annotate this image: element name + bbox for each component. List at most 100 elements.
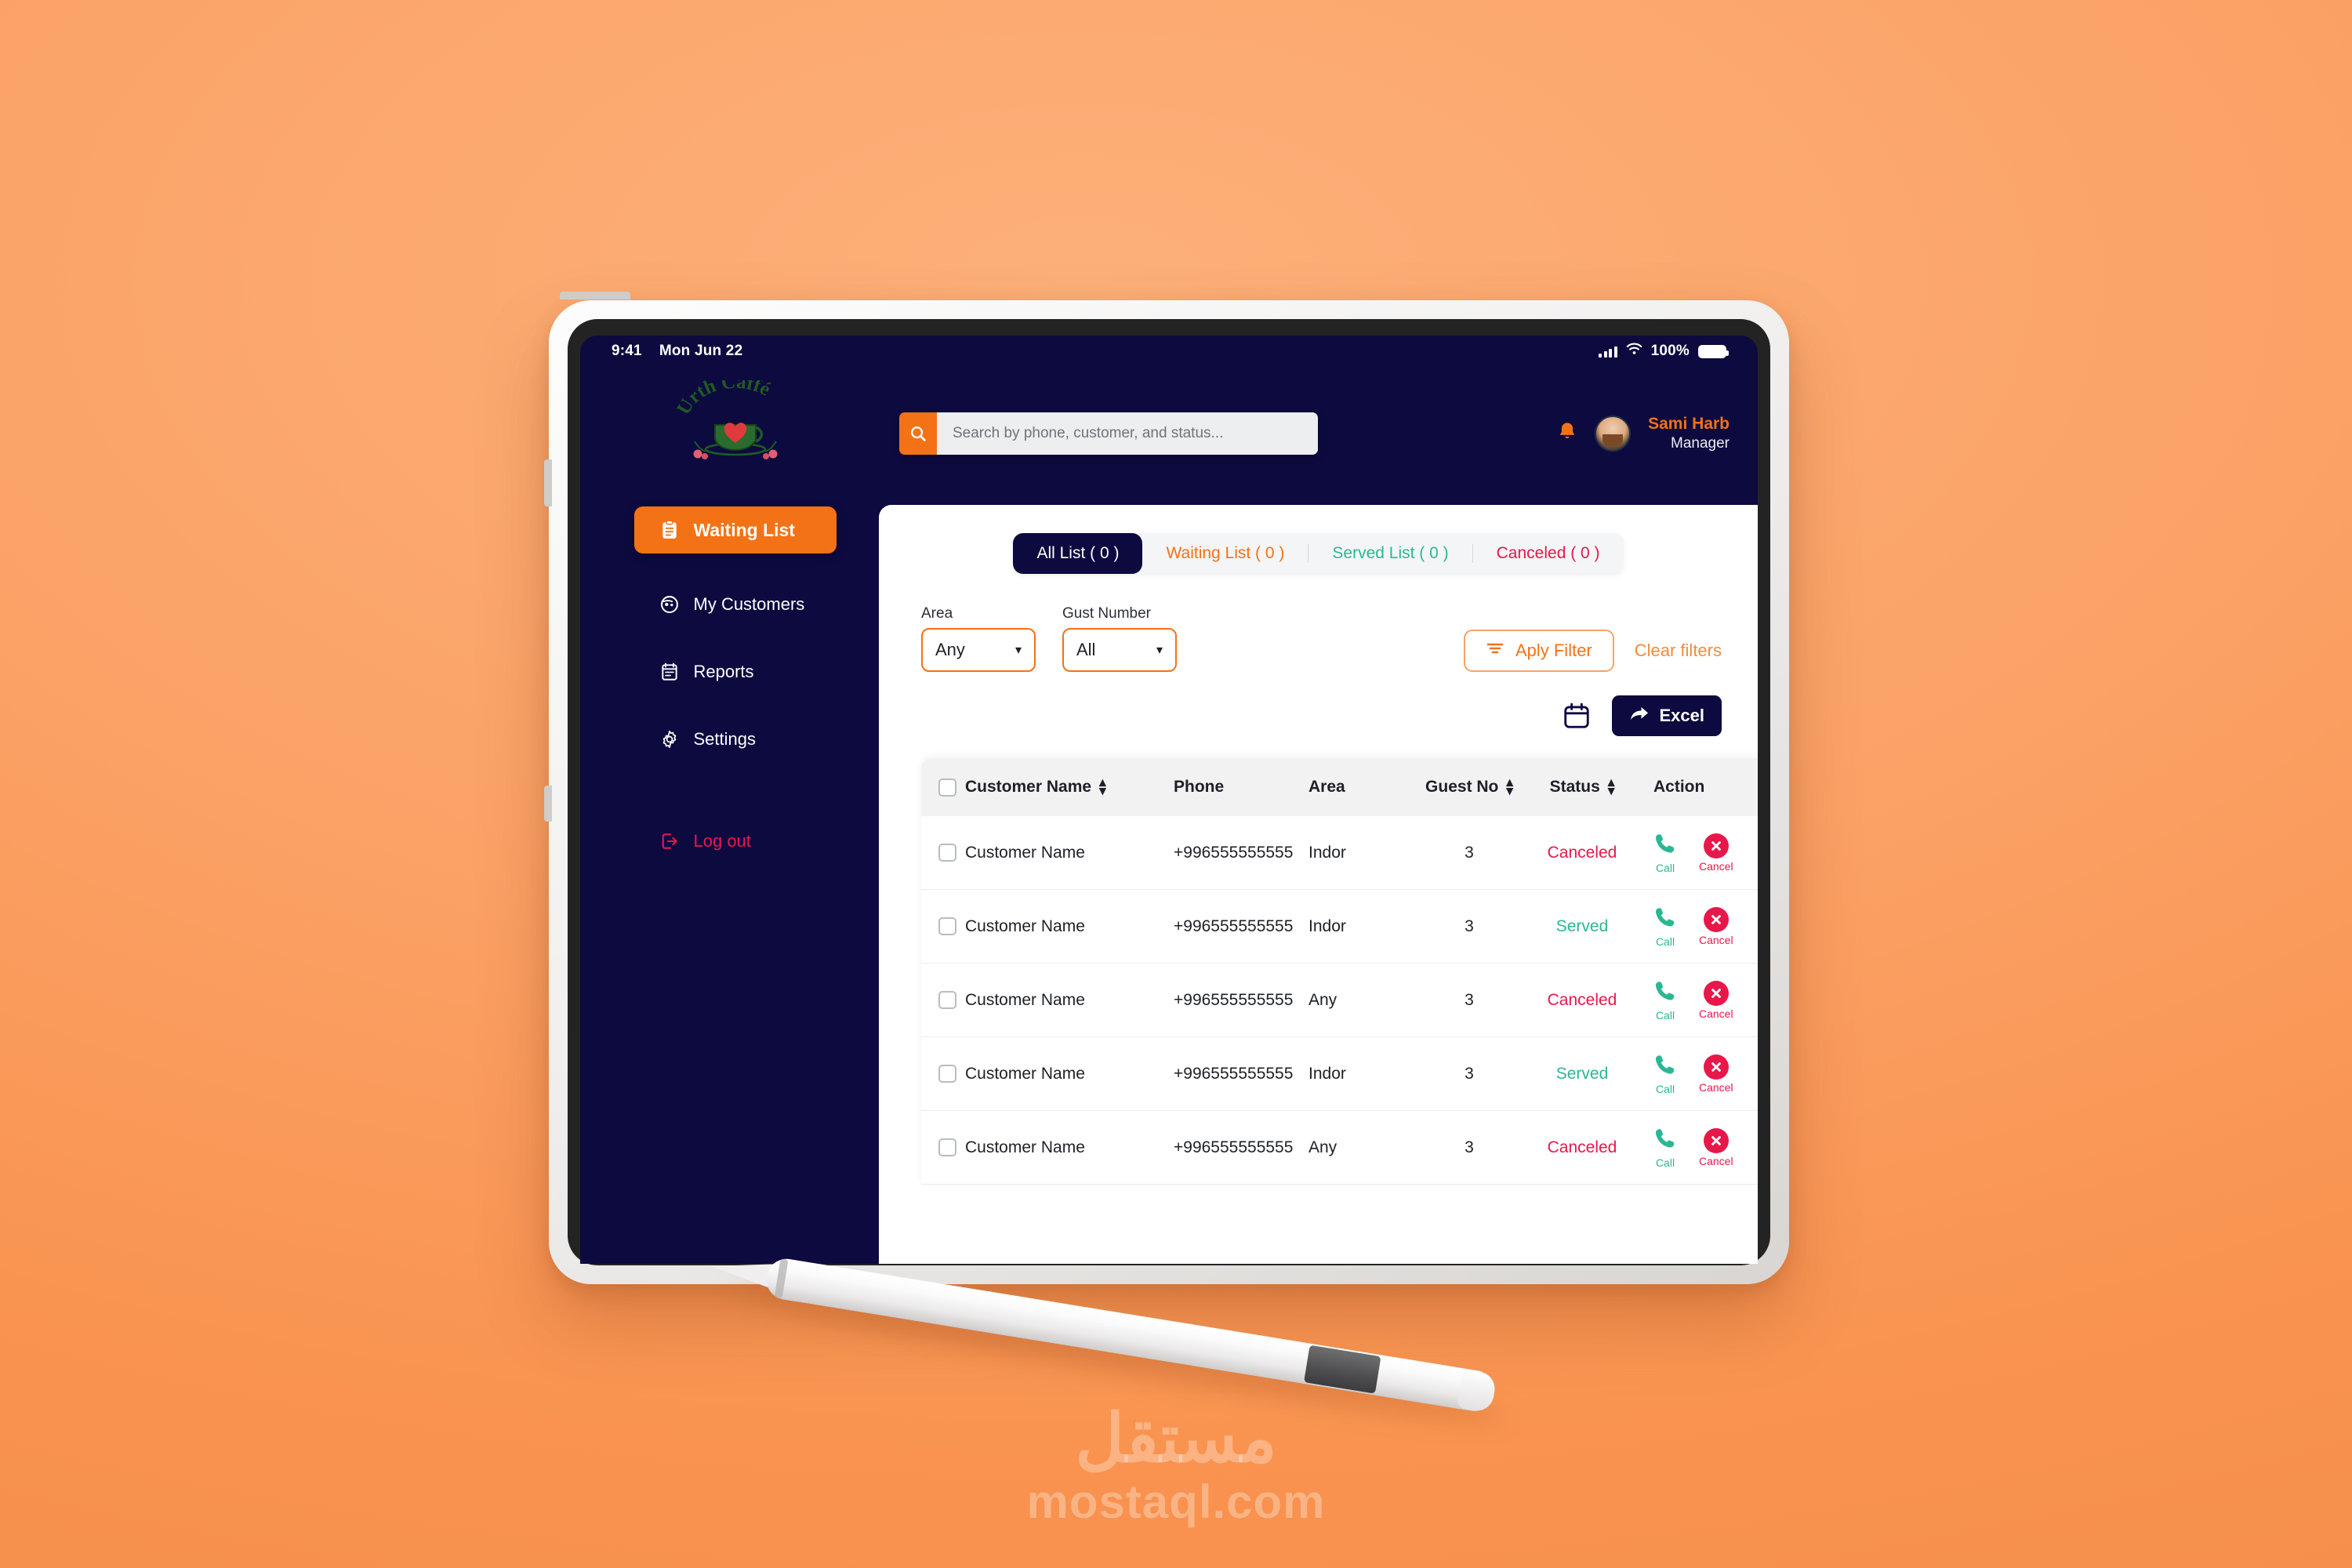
- share-arrow-icon: [1629, 705, 1650, 727]
- search-bar[interactable]: [899, 412, 1318, 455]
- guest-number-select[interactable]: All ▾: [1062, 628, 1177, 672]
- cancel-circle-x-icon: [1703, 906, 1729, 932]
- table-row[interactable]: Customer Name +996555555555 Indor 3 Served Ca…: [921, 890, 1758, 964]
- cell-customer-name: Customer Name: [965, 1138, 1085, 1156]
- call-button[interactable]: Call: [1653, 832, 1677, 874]
- sidebar-item-reports[interactable]: Reports: [634, 654, 837, 690]
- status-bar-left: 9:41 Mon Jun 22: [612, 343, 742, 360]
- phone-icon: [1653, 906, 1677, 934]
- sidebar-item-settings[interactable]: Settings: [634, 721, 837, 757]
- table-body: Customer Name +996555555555 Indor 3 Canceled…: [921, 816, 1758, 1185]
- guest-number-select-value: All: [1076, 640, 1096, 659]
- search-input[interactable]: [937, 412, 1318, 455]
- cancel-label: Cancel: [1699, 1007, 1733, 1020]
- column-header-status[interactable]: Status ▴ ▾: [1525, 776, 1639, 797]
- battery-full-icon: [1698, 344, 1729, 358]
- table-row[interactable]: Customer Name +996555555555 Any 3 Canceled Ca…: [921, 964, 1758, 1037]
- row-checkbox[interactable]: [938, 1138, 956, 1156]
- tab-canceled[interactable]: Canceled ( 0 ): [1473, 533, 1624, 574]
- cancel-button[interactable]: Cancel: [1699, 906, 1733, 946]
- logout-icon: [659, 831, 680, 851]
- filter-row: Area Any ▾ Gust Number All ▾ Aply Filter…: [879, 574, 1758, 672]
- table-row[interactable]: Customer Name +996555555555 Indor 3 Served Ca…: [921, 1037, 1758, 1111]
- column-header-customer-name[interactable]: Customer Name ▴ ▾: [965, 776, 1174, 797]
- search-icon[interactable]: [899, 412, 937, 455]
- ios-status-bar: 9:41 Mon Jun 22 100%: [580, 336, 1758, 362]
- cancel-button[interactable]: Cancel: [1699, 1127, 1733, 1167]
- cell-area: Indor: [1308, 1064, 1346, 1083]
- excel-export-label: Excel: [1659, 706, 1705, 725]
- cell-phone: +996555555555: [1174, 916, 1294, 935]
- call-button[interactable]: Call: [1653, 979, 1677, 1022]
- clear-filters-button[interactable]: Clear filters: [1635, 641, 1722, 661]
- notification-bell-icon[interactable]: [1557, 421, 1577, 447]
- status-badge: Served: [1555, 916, 1609, 935]
- call-label: Call: [1655, 861, 1675, 874]
- cell-guest-no: 3: [1465, 916, 1474, 935]
- cell-guest-no: 3: [1465, 990, 1474, 1009]
- sidebar-item-logout[interactable]: Log out: [634, 823, 837, 859]
- sidebar-item-waiting-list[interactable]: Waiting List: [633, 506, 837, 554]
- export-row: Excel: [879, 672, 1758, 736]
- app-screen: 9:41 Mon Jun 22 100% Urth Caffé Waiting …: [580, 336, 1758, 1264]
- tab-served-list[interactable]: Served List ( 0 ): [1308, 533, 1472, 574]
- content-panel: All List ( 0 ) Waiting List ( 0 ) Served…: [879, 505, 1758, 1264]
- tab-all-list[interactable]: All List ( 0 ): [1013, 533, 1143, 574]
- area-select[interactable]: Any ▾: [921, 628, 1036, 672]
- avatar[interactable]: [1595, 416, 1632, 452]
- cell-action: Call Cancel: [1639, 1053, 1758, 1095]
- call-button[interactable]: Call: [1653, 906, 1677, 948]
- sidebar-item-reports-label: Reports: [693, 662, 754, 681]
- cell-guest-no: 3: [1465, 1064, 1474, 1083]
- cell-phone: +996555555555: [1174, 990, 1294, 1009]
- phone-icon: [1653, 832, 1677, 860]
- column-header-phone[interactable]: Phone: [1174, 778, 1308, 797]
- column-header-guest-no-label: Guest No: [1425, 778, 1499, 796]
- calendar-icon[interactable]: [1562, 701, 1592, 731]
- row-checkbox[interactable]: [938, 991, 956, 1009]
- sort-icon[interactable]: ▴ ▾: [1506, 776, 1513, 797]
- volume-up-button[interactable]: [544, 459, 552, 506]
- tabs-row: All List ( 0 ) Waiting List ( 0 ) Served…: [879, 505, 1758, 574]
- cell-phone: +996555555555: [1174, 1138, 1294, 1156]
- row-checkbox-cell: [938, 844, 965, 862]
- table-row[interactable]: Customer Name +996555555555 Indor 3 Canceled…: [921, 816, 1758, 890]
- sidebar-item-logout-label: Log out: [693, 831, 751, 851]
- row-checkbox[interactable]: [938, 917, 956, 935]
- cancel-button[interactable]: Cancel: [1699, 833, 1733, 873]
- cell-action: Call Cancel: [1639, 979, 1758, 1022]
- select-all-checkbox[interactable]: [938, 778, 956, 797]
- apply-filter-button[interactable]: Aply Filter: [1463, 630, 1614, 672]
- cancel-button[interactable]: Cancel: [1699, 1054, 1733, 1094]
- phone-icon: [1653, 1053, 1677, 1081]
- row-checkbox-cell: [938, 1138, 965, 1156]
- table-row[interactable]: Customer Name +996555555555 Any 3 Canceled Ca…: [921, 1111, 1758, 1185]
- call-button[interactable]: Call: [1653, 1127, 1677, 1169]
- sidebar-item-my-customers[interactable]: My Customers: [634, 586, 837, 622]
- cell-action: Call Cancel: [1639, 1127, 1758, 1169]
- row-checkbox[interactable]: [938, 844, 956, 862]
- cell-phone: +996555555555: [1174, 843, 1294, 862]
- cell-customer-name: Customer Name: [965, 843, 1085, 862]
- excel-export-button[interactable]: Excel: [1611, 695, 1722, 736]
- sort-icon[interactable]: ▴ ▾: [1608, 776, 1615, 797]
- cancel-circle-x-icon: [1703, 1054, 1729, 1080]
- column-header-guest-no[interactable]: Guest No ▴ ▾: [1414, 776, 1525, 797]
- volume-down-button[interactable]: [544, 786, 552, 822]
- cell-phone: +996555555555: [1174, 1064, 1294, 1083]
- cancel-circle-x-icon: [1703, 1127, 1729, 1153]
- sort-icon[interactable]: ▴ ▾: [1099, 776, 1106, 797]
- status-badge: Served: [1555, 1064, 1609, 1083]
- cell-area: Indor: [1308, 843, 1346, 862]
- row-checkbox[interactable]: [938, 1065, 956, 1083]
- watermark-latin: mostaql.com: [1026, 1475, 1326, 1529]
- power-button[interactable]: [560, 292, 630, 299]
- row-checkbox-cell: [938, 1065, 965, 1083]
- user-role: Manager: [1671, 435, 1730, 452]
- column-header-action: Action: [1653, 778, 1705, 796]
- column-header-area[interactable]: Area: [1308, 778, 1414, 797]
- cancel-button[interactable]: Cancel: [1699, 980, 1733, 1020]
- sidebar-item-my-customers-label: My Customers: [693, 594, 805, 614]
- call-button[interactable]: Call: [1653, 1053, 1677, 1095]
- tab-waiting-list[interactable]: Waiting List ( 0 ): [1142, 533, 1308, 574]
